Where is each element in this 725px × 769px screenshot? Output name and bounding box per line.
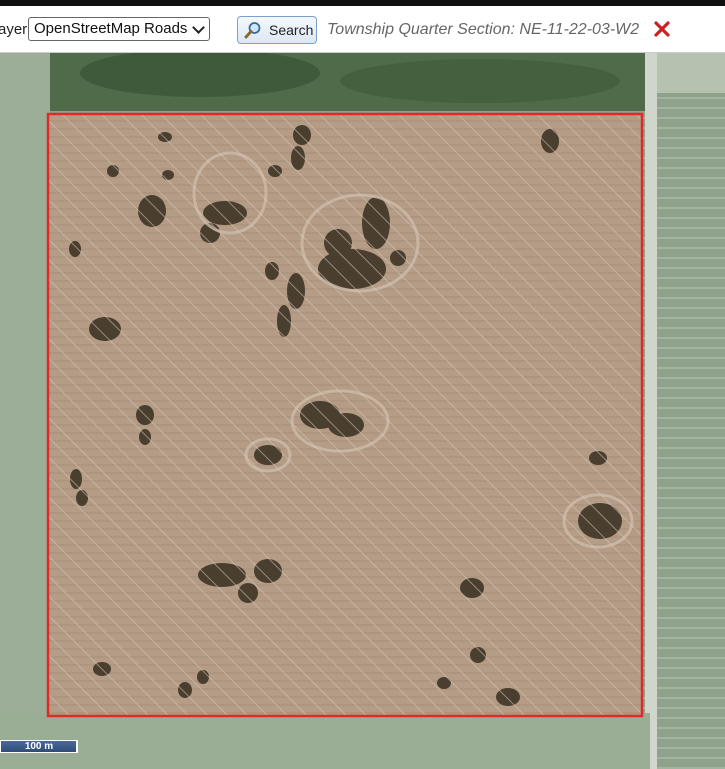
layer-label: ayer: <box>0 21 32 38</box>
map-toolbar: ayer: OpenStreetMap Roads Search Townshi… <box>0 6 725 53</box>
search-icon <box>244 22 261 39</box>
layer-select-value: OpenStreetMap Roads <box>34 20 188 37</box>
scale-tick <box>76 740 78 753</box>
satellite-imagery <box>0 53 725 769</box>
selected-parcel-text: Township Quarter Section: NE-11-22-03-W2 <box>327 21 640 38</box>
close-icon[interactable] <box>652 19 672 39</box>
scale-bar: 100 m <box>0 740 78 753</box>
chevron-down-icon <box>192 21 205 34</box>
scale-label: 100 m <box>24 741 54 752</box>
search-button-label: Search <box>269 22 314 38</box>
map-canvas[interactable] <box>0 53 725 769</box>
search-button[interactable]: Search <box>237 16 317 44</box>
layer-select[interactable]: OpenStreetMap Roads <box>28 17 210 41</box>
